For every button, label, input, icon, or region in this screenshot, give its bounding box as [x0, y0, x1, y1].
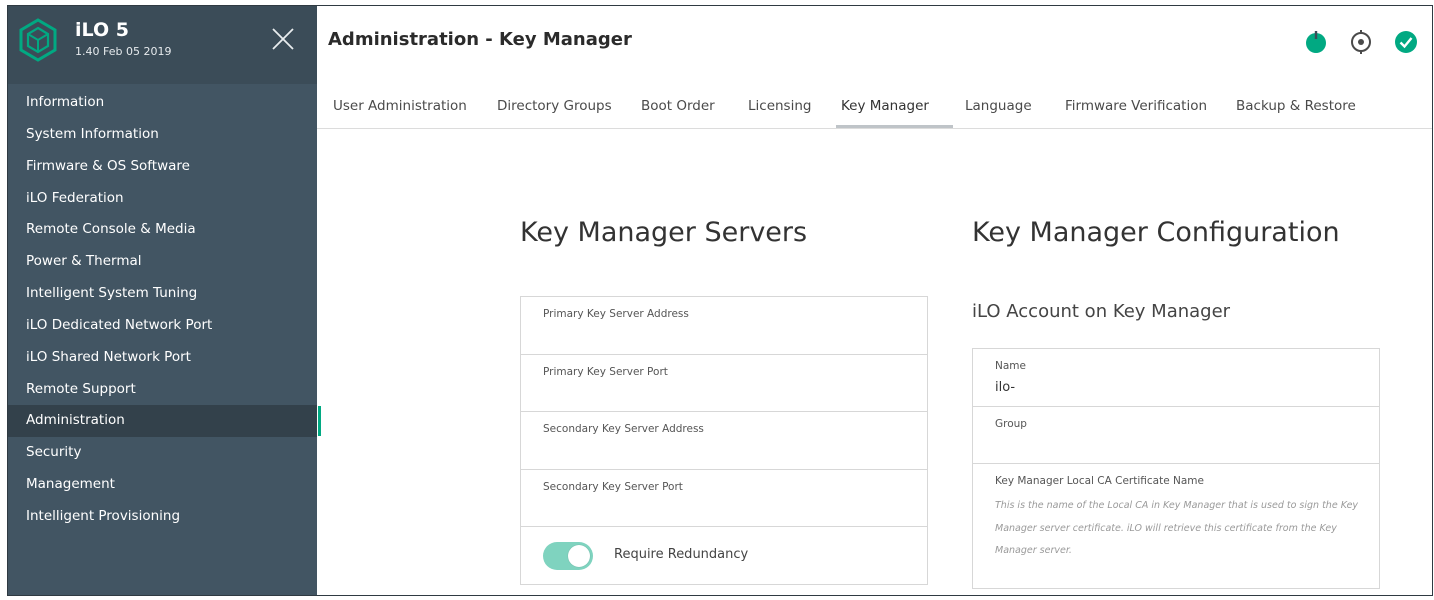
main-panel: Administration - Key Manager User Admini…	[317, 6, 1432, 595]
sidebar-item-remote-support[interactable]: Remote Support	[8, 374, 317, 406]
field-label: Secondary Key Server Address	[543, 423, 704, 435]
secondary-key-server-port-field[interactable]: Secondary Key Server Port	[521, 470, 927, 527]
ca-certificate-name-field[interactable]: Key Manager Local CA Certificate Name Th…	[973, 464, 1379, 588]
brand-name: iLO 5	[75, 19, 129, 41]
primary-key-server-address-field[interactable]: Primary Key Server Address	[521, 297, 927, 355]
locator-icon[interactable]	[1349, 30, 1373, 54]
tab-user-administration[interactable]: User Administration	[328, 85, 472, 128]
require-redundancy-label: Require Redundancy	[614, 547, 749, 562]
sidebar-item-ilo-federation[interactable]: iLO Federation	[8, 183, 317, 215]
name-field[interactable]: Name ilo-	[973, 349, 1379, 407]
health-ok-icon[interactable]	[1394, 30, 1418, 54]
servers-section-title: Key Manager Servers	[520, 217, 808, 248]
sidebar-item-security[interactable]: Security	[8, 437, 317, 469]
toggle-knob	[568, 545, 590, 567]
config-section-title: Key Manager Configuration	[972, 217, 1340, 248]
sidebar-nav: Information System Information Firmware …	[8, 87, 321, 533]
tab-directory-groups[interactable]: Directory Groups	[492, 85, 617, 128]
config-card: Name ilo- Group Key Manager Local CA Cer…	[972, 348, 1380, 589]
field-label: Name	[995, 360, 1026, 372]
tab-boot-order[interactable]: Boot Order	[636, 85, 720, 128]
require-redundancy-toggle[interactable]	[543, 542, 593, 570]
app-window: iLO 5 1.40 Feb 05 2019 Information Syste…	[7, 5, 1433, 596]
sidebar-item-information[interactable]: Information	[8, 87, 317, 119]
ca-certificate-help-text: This is the name of the Local CA in Key …	[995, 500, 1359, 556]
sidebar-item-ilo-dedicated-network-port[interactable]: iLO Dedicated Network Port	[8, 310, 317, 342]
field-label: Key Manager Local CA Certificate Name	[995, 475, 1204, 487]
tab-firmware-verification[interactable]: Firmware Verification	[1060, 85, 1212, 128]
tab-key-manager[interactable]: Key Manager	[836, 85, 953, 128]
sidebar-item-ilo-shared-network-port[interactable]: iLO Shared Network Port	[8, 342, 317, 374]
close-icon[interactable]	[270, 26, 296, 52]
require-redundancy-row: Require Redundancy	[521, 527, 927, 585]
tab-licensing[interactable]: Licensing	[743, 85, 816, 128]
field-label: Group	[995, 417, 1027, 430]
sidebar-item-remote-console-media[interactable]: Remote Console & Media	[8, 214, 317, 246]
name-value: ilo-	[995, 380, 1016, 395]
primary-key-server-port-field[interactable]: Primary Key Server Port	[521, 355, 927, 412]
hpe-ilo-logo-icon	[19, 18, 57, 62]
tab-language[interactable]: Language	[960, 85, 1037, 128]
power-icon[interactable]	[1304, 30, 1328, 54]
sidebar-item-administration[interactable]: Administration	[8, 405, 321, 438]
firmware-version: 1.40 Feb 05 2019	[75, 45, 172, 58]
field-label: Secondary Key Server Port	[543, 480, 683, 493]
field-label: Primary Key Server Address	[543, 308, 689, 320]
tab-bar: User Administration Directory Groups Boo…	[317, 85, 1432, 129]
page-title: Administration - Key Manager	[328, 29, 632, 50]
account-section-title: iLO Account on Key Manager	[972, 301, 1231, 322]
sidebar-item-firmware-os-software[interactable]: Firmware & OS Software	[8, 151, 317, 183]
field-label: Primary Key Server Port	[543, 365, 668, 378]
sidebar-item-management[interactable]: Management	[8, 469, 317, 501]
group-field[interactable]: Group	[973, 407, 1379, 464]
sidebar-item-power-thermal[interactable]: Power & Thermal	[8, 246, 317, 278]
sidebar-item-intelligent-provisioning[interactable]: Intelligent Provisioning	[8, 501, 317, 533]
sidebar: iLO 5 1.40 Feb 05 2019 Information Syste…	[8, 6, 321, 595]
secondary-key-server-address-field[interactable]: Secondary Key Server Address	[521, 412, 927, 470]
tab-backup-restore[interactable]: Backup & Restore	[1231, 85, 1361, 128]
brand-header: iLO 5 1.40 Feb 05 2019	[8, 6, 317, 84]
sidebar-item-system-information[interactable]: System Information	[8, 119, 317, 151]
servers-card: Primary Key Server Address Primary Key S…	[520, 296, 928, 585]
sidebar-item-intelligent-system-tuning[interactable]: Intelligent System Tuning	[8, 278, 317, 310]
